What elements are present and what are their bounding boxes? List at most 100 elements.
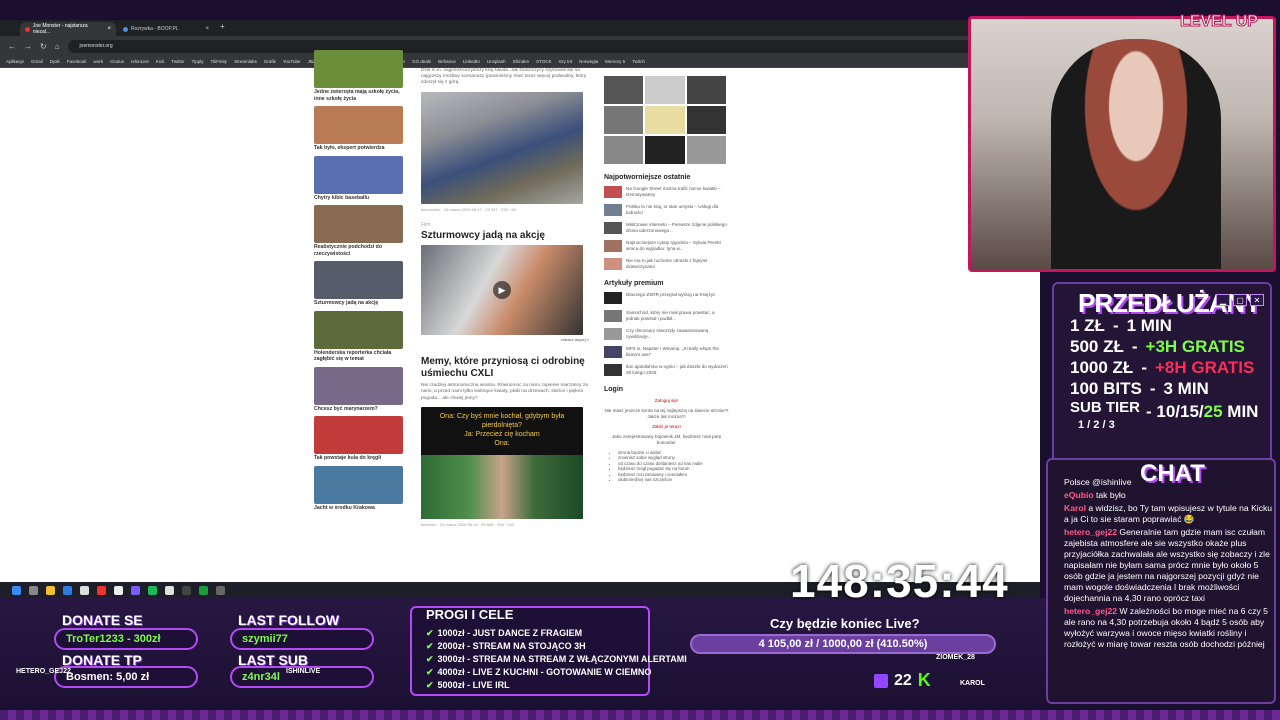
thumb-card[interactable]: Jedne zwierzęta mają szkołę życia, inne … [314,50,404,102]
thumb-image[interactable] [314,106,403,144]
thumb-card[interactable]: Realistycznie podchodzi do rzeczywistośc… [314,205,404,257]
article-link[interactable]: Polska to nie kraj, to stan umysłu – Usł… [626,204,729,216]
xbox-icon[interactable] [199,585,208,595]
tab-joemonster[interactable]: Joe Monster - najstarsza niezal... × [20,22,116,36]
bookmark-item[interactable]: Grafik [264,59,276,64]
bookmark-item[interactable]: Norwegia [579,59,598,64]
sidebar-article[interactable]: MP3 in, Napster i Winamp: „It really whi… [604,346,729,358]
url-input[interactable]: joemonster.org [67,39,1028,53]
article-thumb[interactable] [604,364,622,376]
sidebar-article[interactable]: Nie ma to jak ruchome obrazki z fajnymi … [604,258,729,270]
article-thumb[interactable] [604,222,622,234]
bookmark-item[interactable]: TikFinity [210,59,227,64]
thumb-caption[interactable]: Tak było, ekspert potwierdza [314,145,404,152]
search-icon[interactable] [29,585,38,595]
article-thumb[interactable] [604,346,622,358]
sidebar-article[interactable]: Polska to nie kraj, to stan umysłu – Usł… [604,204,729,216]
article-link[interactable]: Ilan ajatollahów w ogniu – jak doszło do… [626,364,729,376]
sidebar-article[interactable]: Dlaczego ZSRR przegrał wyścig na Księżyc [604,292,729,304]
thumb-image[interactable] [314,155,403,194]
thumb-caption[interactable]: Szturmowcy jadą na akcję [314,300,404,307]
play-icon[interactable]: ▶ [493,281,511,300]
article-link[interactable]: Najmocniejsze cytaty tygodnia – Sylwia P… [626,240,729,252]
article-thumb[interactable] [604,292,622,304]
thumb-card[interactable]: Tak było, ekspert potwierdza [314,106,404,152]
article-title[interactable]: Szturmowcy jadą na akcję [421,230,589,242]
sidebar-article[interactable]: Ilan ajatollahów w ogniu – jak doszło do… [604,364,729,376]
thumb-caption[interactable]: Holenderska reporterka chciała zagłębić … [314,350,404,363]
article-link[interactable]: Mistrzowie internetu – Pierwsze zdjęcie … [626,222,729,234]
thumb-card[interactable]: Tak powstaje kula do kręgli [314,416,404,462]
submarine-image[interactable] [421,91,583,204]
thumb-image[interactable] [314,50,403,88]
discord-icon[interactable] [131,585,140,595]
sidebar-article[interactable]: Najmocniejsze cytaty tygodnia – Sylwia P… [604,240,729,252]
article-link[interactable]: Dlaczego ZSRR przegrał wyścig na Księżyc [626,292,715,304]
thumb-image[interactable] [314,366,403,405]
notepad-icon[interactable] [114,585,123,595]
article-link[interactable]: Samochód, który nie miał prawa powstać, … [626,310,729,322]
article-thumb[interactable] [604,240,622,252]
thumb-card[interactable]: Chcesz być marynarzem? [314,366,404,413]
bookmark-item[interactable]: Behance [438,59,456,64]
bookmark-item[interactable]: Unsplash [487,59,506,64]
reload-icon[interactable]: ↻ [40,42,47,51]
obs-icon[interactable] [182,585,191,595]
bookmark-item[interactable]: Twitter [171,59,184,64]
forward-icon[interactable]: → [24,42,32,51]
article-link[interactable]: Nie ma to jak ruchome obrazki z fajnymi … [626,258,729,270]
chrome-icon[interactable] [165,585,174,595]
bookmark-item[interactable]: Oculus [110,59,124,64]
thumb-card[interactable]: Jacht w środku Krakowa [314,465,404,512]
bookmark-item[interactable]: GG.deals [412,59,431,64]
article-thumb[interactable] [604,328,622,340]
thumb-caption[interactable]: Jacht w środku Krakowa [314,505,404,512]
bookmark-item[interactable]: Gry tnt [559,59,573,64]
sidebar-article[interactable]: Samochód, który nie miał prawa powstać, … [604,310,729,322]
bookmark-item[interactable]: LinkedIn [463,59,480,64]
thumb-card[interactable]: Szturmowcy jadą na akcję [314,261,404,307]
article-thumb[interactable] [604,204,622,216]
thumb-image[interactable] [314,310,403,349]
home-icon[interactable]: ⌂ [55,42,60,51]
tab-boop[interactable]: Rozrywka - BOOP.PL × [118,22,214,36]
bookmark-item[interactable]: Kick [156,59,165,64]
bookmark-item[interactable]: Streamlabs [234,59,257,64]
bookmark-item[interactable]: Facebook [67,59,87,64]
thumb-image[interactable] [314,465,403,504]
bookmark-item[interactable]: Gmail [31,59,43,64]
sidebar-article[interactable]: Czy dinozaury stworzyły zaawansowaną cyw… [604,328,729,340]
bookmark-item[interactable]: STOCK [536,59,551,64]
article-link[interactable]: Czy dinozaury stworzyły zaawansowaną cyw… [626,328,729,340]
bookmark-item[interactable]: IshinLive [131,59,149,64]
article-thumb[interactable] [604,186,622,198]
gallery-grid[interactable] [604,76,726,164]
app-icon[interactable] [80,585,89,595]
thumb-caption[interactable]: Tak powstaje kula do kręgli [314,455,404,462]
bookmark-item[interactable]: Aplikacje [6,59,24,64]
thumb-caption[interactable]: Jedne zwierzęta mają szkołę życia, inne … [314,89,404,102]
tiktok-icon[interactable] [97,585,106,595]
sidebar-article[interactable]: Mistrzowie internetu – Pierwsze zdjęcie … [604,222,729,234]
article-title[interactable]: Memy, które przyniosą ci odrobinę uśmiec… [421,356,589,379]
thumb-caption[interactable]: Realistycznie podchodzi do rzeczywistośc… [314,244,404,257]
bookmark-item[interactable]: Tipply [192,59,204,64]
article-thumb[interactable] [604,258,622,270]
login-link[interactable]: Zaloguj się! [604,398,729,404]
steam-icon[interactable] [216,585,225,595]
bookmark-item[interactable]: work [94,59,104,64]
thumb-image[interactable] [314,416,403,454]
article-category[interactable]: Film [421,222,589,228]
folder-icon[interactable] [46,585,55,595]
register-link[interactable]: Załóż je teraz! [604,424,729,430]
article-thumb[interactable] [604,310,622,322]
back-icon[interactable]: ← [8,42,16,51]
stormtrooper-video[interactable]: ▶ [421,245,583,336]
thumb-card[interactable]: Chytry kibic baseballu [314,155,404,202]
article-link[interactable]: Na Google Street można trafić nocne kwia… [626,186,729,198]
start-icon[interactable] [12,585,21,595]
thumb-caption[interactable]: Chytry kibic baseballu [314,195,404,202]
spotify-icon[interactable] [148,585,157,595]
sidebar-article[interactable]: Na Google Street można trafić nocne kwia… [604,186,729,198]
bookmark-item[interactable]: Shinden [513,59,530,64]
